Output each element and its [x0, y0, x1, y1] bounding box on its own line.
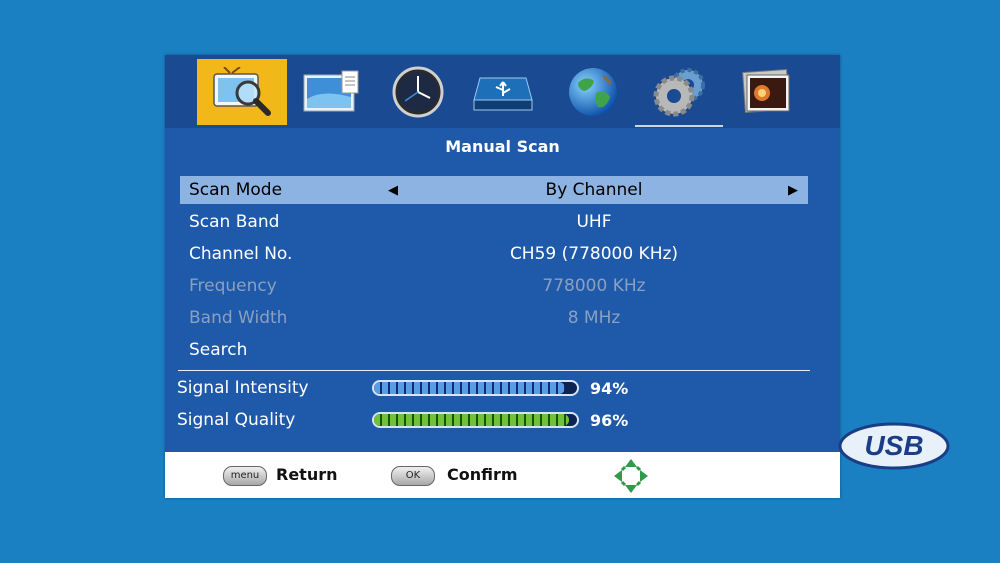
frequency-value: 778000 KHz [542, 276, 646, 296]
tab-underline [635, 125, 723, 127]
confirm-hint: Confirm [447, 465, 518, 484]
return-hint: Return [276, 465, 338, 484]
usb-device-icon [472, 70, 534, 114]
tab-time[interactable] [373, 59, 463, 125]
signal-intensity-bar [372, 380, 579, 396]
frequency-row: Frequency 778000 KHz [180, 272, 808, 300]
search-row[interactable]: Search [180, 336, 808, 364]
tab-picture[interactable] [287, 59, 377, 125]
scan-mode-row[interactable]: Scan Mode ◀ By Channel ▶ [180, 176, 808, 204]
channel-no-value: CH59 (778000 KHz) [509, 244, 679, 264]
channel-no-row[interactable]: Channel No. CH59 (778000 KHz) [180, 240, 808, 268]
svg-text:USB: USB [864, 430, 923, 461]
signal-intensity-label: Signal Intensity [177, 378, 309, 398]
footer-hints: menu Return OK Confirm [165, 452, 840, 498]
band-width-value: 8 MHz [567, 308, 621, 328]
usb-logo: USB [838, 421, 950, 471]
menu-icon-bar [165, 55, 840, 128]
signal-intensity-value: 94% [590, 379, 629, 398]
manual-scan-panel: Manual Scan Scan Mode ◀ By Channel ▶ Sca… [165, 55, 840, 498]
signal-quality-bar [372, 412, 579, 428]
scan-mode-label: Scan Mode [189, 180, 283, 200]
tab-usb[interactable] [458, 59, 548, 125]
page-title: Manual Scan [445, 137, 560, 156]
tab-settings[interactable] [635, 59, 725, 125]
picture-icon [302, 69, 362, 115]
band-width-row: Band Width 8 MHz [180, 304, 808, 332]
tab-channel-search[interactable] [197, 59, 287, 125]
globe-icon [566, 65, 620, 119]
scan-mode-value: By Channel [545, 180, 643, 200]
clock-icon [391, 65, 445, 119]
navigation-arrows-icon [612, 457, 650, 499]
divider [178, 370, 810, 371]
tab-network[interactable] [548, 59, 638, 125]
signal-quality-label: Signal Quality [177, 410, 296, 430]
arrow-right-icon[interactable]: ▶ [788, 183, 798, 198]
scan-band-row[interactable]: Scan Band UHF [180, 208, 808, 236]
signal-intensity-fill [374, 382, 565, 394]
channel-search-icon [210, 67, 274, 117]
tab-media[interactable] [722, 59, 812, 125]
signal-quality-fill [374, 414, 569, 426]
search-label: Search [189, 340, 248, 360]
settings-gears-icon [650, 65, 710, 119]
frequency-label: Frequency [189, 276, 277, 296]
scan-band-value: UHF [576, 212, 612, 232]
channel-no-label: Channel No. [189, 244, 293, 264]
menu-key-icon[interactable]: menu [223, 466, 267, 486]
scan-band-label: Scan Band [189, 212, 280, 232]
ok-key-icon[interactable]: OK [391, 466, 435, 486]
signal-quality-value: 96% [590, 411, 629, 430]
media-photo-icon [740, 67, 794, 117]
band-width-label: Band Width [189, 308, 288, 328]
